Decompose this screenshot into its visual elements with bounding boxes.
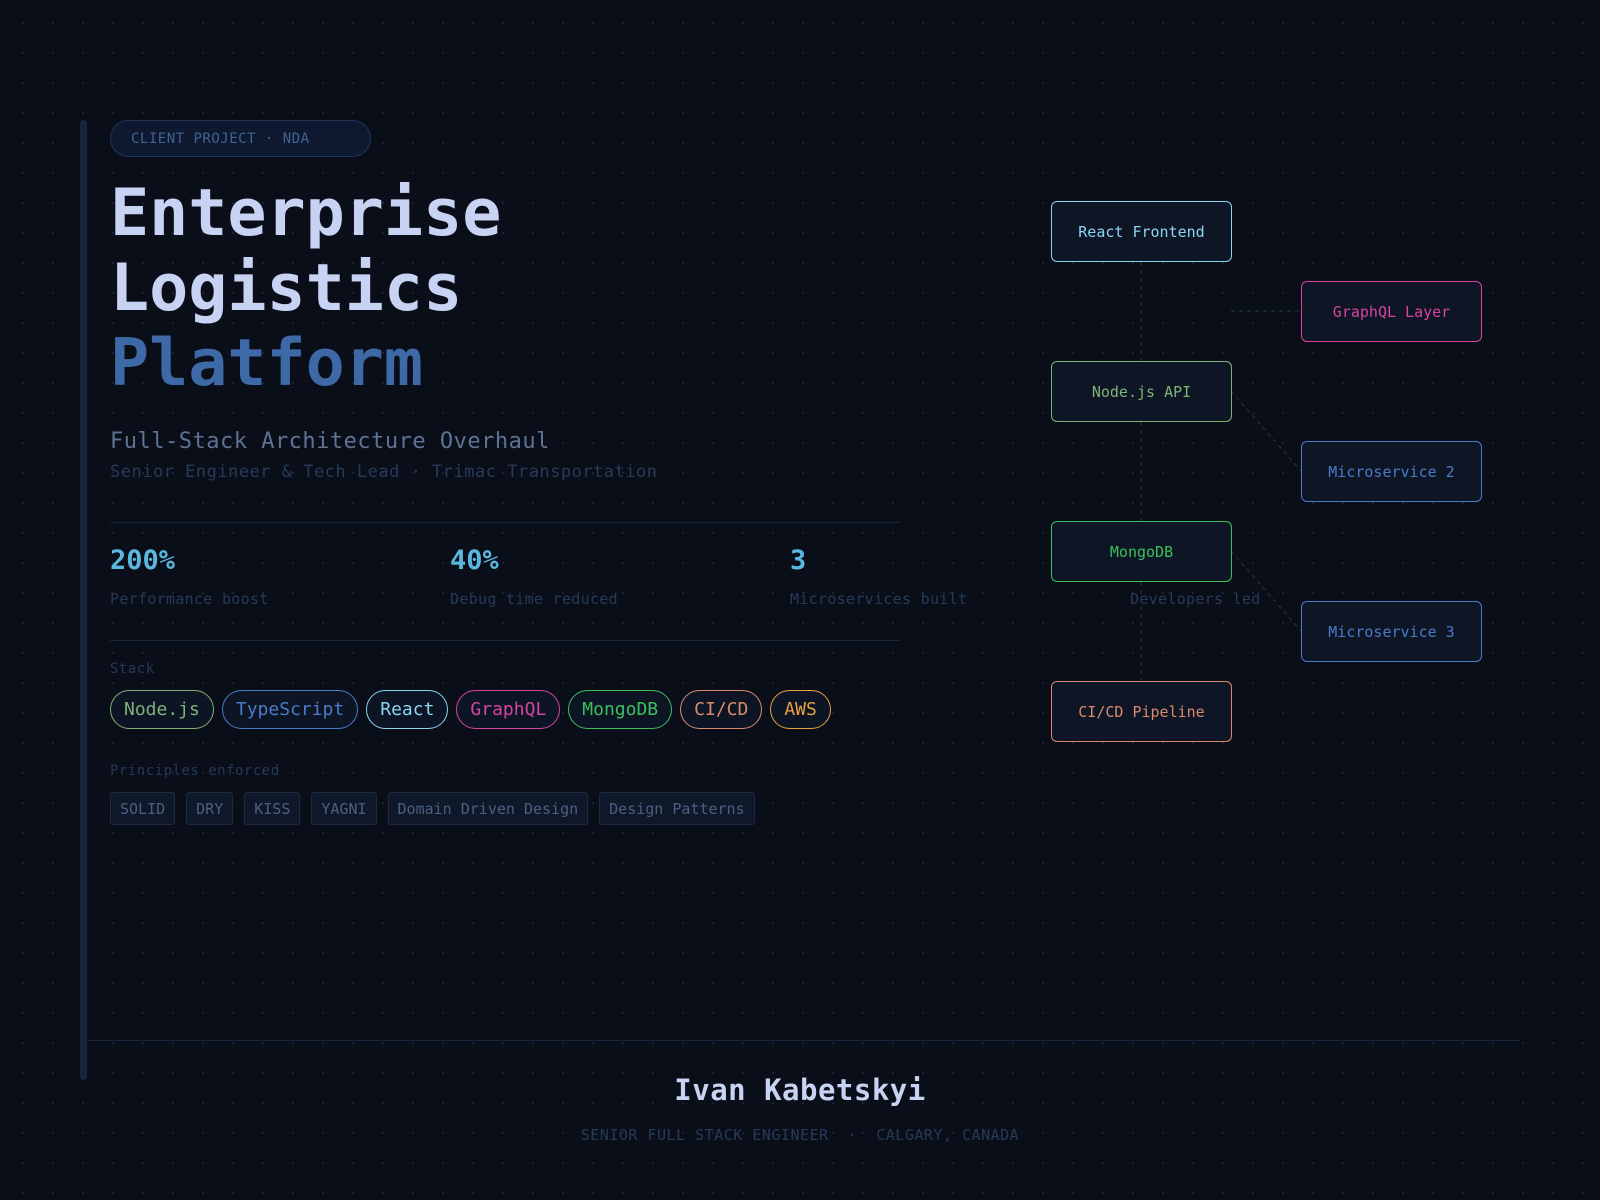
- node-microservice-3: Microservice 3: [1301, 601, 1482, 662]
- stat-developers-label: Developers led: [1130, 590, 1261, 608]
- footer-name: Ivan Kabetskyi: [674, 1073, 926, 1107]
- node-cicd-pipeline: CI/CD Pipeline: [1051, 681, 1232, 742]
- node-react-frontend: React Frontend: [1051, 201, 1232, 262]
- architecture-connectors: [1140, 262, 1302, 681]
- footer-divider: [88, 1040, 1520, 1041]
- footer-meta: SENIOR FULL STACK ENGINEER · CALGARY, CA…: [580, 1126, 1020, 1144]
- node-nodejs-api: Node.js API: [1051, 361, 1232, 422]
- node-mongodb: MongoDB: [1051, 521, 1232, 582]
- node-graphql-layer: GraphQL Layer: [1301, 281, 1482, 342]
- connector-api-microservice-2: [1230, 390, 1302, 472]
- node-microservice-2: Microservice 2: [1301, 441, 1482, 502]
